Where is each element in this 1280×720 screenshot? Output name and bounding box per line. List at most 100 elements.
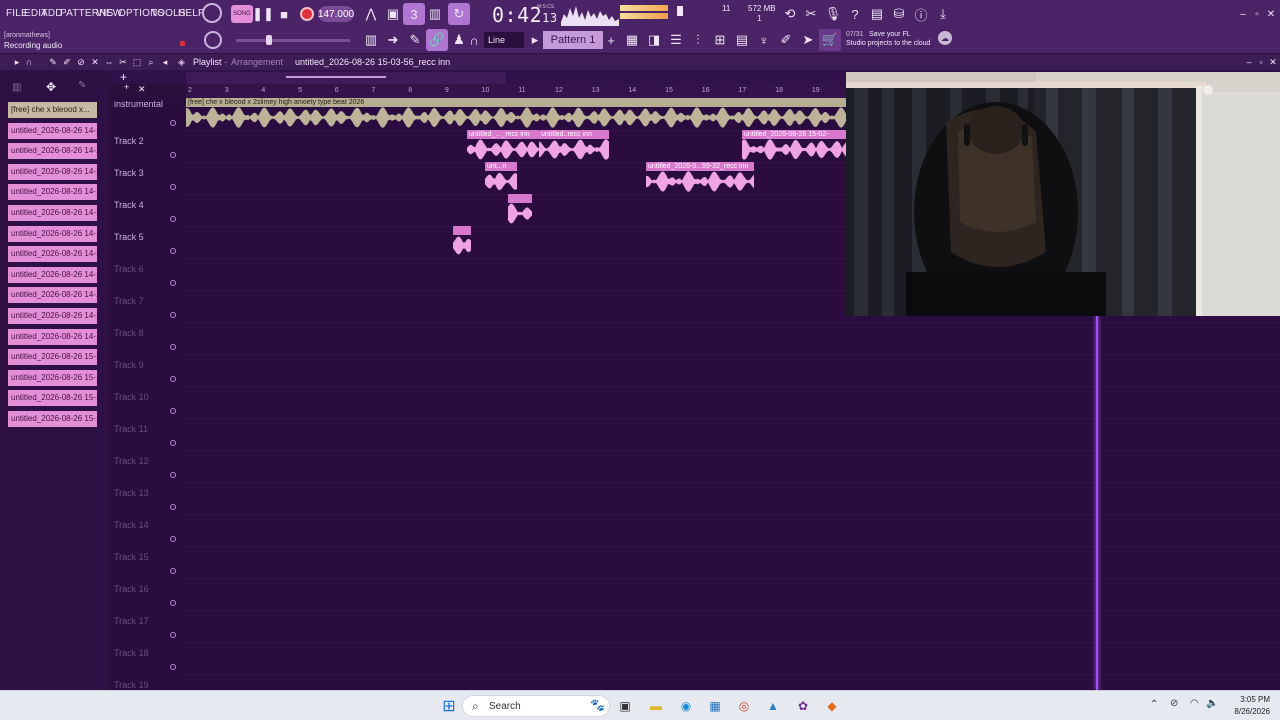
tray-chevron-icon[interactable]: ⌃ bbox=[1150, 699, 1158, 710]
store-icon[interactable]: ▦ bbox=[704, 695, 726, 717]
fl-studio-taskbar-icon[interactable]: ◆ bbox=[821, 695, 843, 717]
track-mute-button[interactable] bbox=[170, 344, 176, 350]
track-mute-button[interactable] bbox=[170, 184, 176, 190]
picker-item[interactable]: untitled_2026-08-26 14-... bbox=[8, 122, 97, 139]
menu-help[interactable]: HELP bbox=[178, 8, 205, 19]
chrome-icon[interactable]: ◎ bbox=[733, 695, 755, 717]
picker-item[interactable]: untitled_2026-08-26 14-... bbox=[8, 266, 97, 283]
track-name[interactable]: Track 12 bbox=[114, 456, 180, 466]
edge-icon[interactable]: ◉ bbox=[675, 695, 697, 717]
track-name[interactable]: Track 9 bbox=[114, 360, 180, 370]
magnet-icon[interactable]: ∩ bbox=[467, 29, 481, 51]
track-lane[interactable] bbox=[186, 322, 1280, 354]
browser-icon[interactable]: ⊞ bbox=[709, 29, 731, 51]
pattern-selector[interactable]: Pattern 1 bbox=[543, 31, 603, 49]
track-lane[interactable] bbox=[186, 642, 1280, 674]
mixer-icon[interactable]: ⫶ bbox=[687, 29, 709, 51]
windows-start-icon[interactable]: ⊞ bbox=[438, 695, 460, 717]
playhead[interactable] bbox=[1096, 316, 1098, 690]
picker-item[interactable]: untitled_2026-08-26 14-... bbox=[8, 308, 97, 324]
track-lane[interactable] bbox=[186, 450, 1280, 482]
track-name[interactable]: Track 2 bbox=[114, 136, 180, 146]
picker-move-icon[interactable]: ✥ bbox=[46, 80, 56, 94]
step-edit-icon[interactable]: ▥ bbox=[424, 3, 446, 25]
track-mute-button[interactable] bbox=[170, 120, 176, 126]
save-icon[interactable]: ▤ bbox=[866, 3, 888, 25]
download-icon[interactable]: ⤓ bbox=[932, 3, 954, 25]
cut-tool-icon[interactable]: ✂ bbox=[800, 3, 822, 25]
overview-scroll-bar[interactable] bbox=[186, 72, 506, 84]
picker-item[interactable]: untitled_2026-08-26 14-... bbox=[8, 328, 97, 345]
shop-icon[interactable]: 🛒 bbox=[819, 29, 841, 51]
picker-item[interactable]: untitled_2026-08-26 15-... bbox=[8, 390, 97, 407]
track-lane[interactable] bbox=[186, 386, 1280, 418]
master-pitch-knob-icon[interactable] bbox=[204, 31, 222, 49]
track-name[interactable]: Track 13 bbox=[114, 488, 180, 498]
picker-item[interactable]: untitled_2026-08-26 14-... bbox=[8, 184, 97, 201]
photos-icon[interactable]: ▲ bbox=[762, 695, 784, 717]
track-lane[interactable] bbox=[186, 546, 1280, 578]
step-sequencer-icon[interactable]: ◨ bbox=[643, 29, 665, 51]
track-mute-button[interactable] bbox=[170, 216, 176, 222]
track-name[interactable]: Track 16 bbox=[114, 584, 180, 594]
track-lane[interactable] bbox=[186, 482, 1280, 514]
audio-clip[interactable] bbox=[508, 194, 532, 224]
track-name[interactable]: Track 15 bbox=[114, 552, 180, 562]
tray-network-off-icon[interactable]: ⊘ bbox=[1170, 698, 1178, 709]
track-name[interactable]: Track 8 bbox=[114, 328, 180, 338]
taskbar-clock[interactable]: 3:05 PM 8/26/2026 bbox=[1224, 694, 1270, 718]
snap-selector[interactable]: Line bbox=[484, 32, 524, 48]
volume-muted-icon[interactable]: 🔈 bbox=[1206, 698, 1218, 709]
hint-bar-icon[interactable]: ➤ bbox=[797, 29, 819, 51]
audio-clip[interactable]: untitled_2026-0...59-32_recc inn bbox=[646, 162, 754, 192]
track-lane[interactable] bbox=[186, 354, 1280, 386]
track-name[interactable]: Track 10 bbox=[114, 392, 180, 402]
project-icon[interactable]: ▤ bbox=[731, 29, 753, 51]
audio-clip[interactable]: untitled..recc inn bbox=[539, 130, 609, 160]
picker-item[interactable]: untitled_2026-08-26 14-... bbox=[8, 246, 97, 263]
track-mute-button[interactable] bbox=[170, 440, 176, 446]
picker-item[interactable]: untitled_2026-08-26 14-... bbox=[8, 143, 97, 160]
channel-rack-icon[interactable]: ☰ bbox=[665, 29, 687, 51]
track-name[interactable]: Track 7 bbox=[114, 296, 180, 306]
song-mode-toggle[interactable]: SONG bbox=[231, 5, 253, 23]
audio-clip[interactable]: untitled_..._recc inn bbox=[467, 130, 539, 160]
picker-item[interactable]: untitled_2026-08-26 14-... bbox=[8, 287, 97, 304]
wifi-icon[interactable]: ◠ bbox=[1190, 698, 1199, 709]
arrangement-name[interactable]: untitled_2026-08-26 15-03-56_recc inn bbox=[295, 57, 450, 67]
audio-clip[interactable] bbox=[453, 226, 471, 256]
plugin-icon[interactable]: ⛁ bbox=[888, 3, 910, 25]
picker-icon-grid[interactable]: ▥ bbox=[12, 82, 21, 93]
file-explorer-icon[interactable]: ▬ bbox=[645, 695, 667, 717]
track-mute-button[interactable] bbox=[170, 152, 176, 158]
record-icon[interactable] bbox=[296, 3, 318, 25]
master-pitch-slider[interactable] bbox=[236, 39, 350, 42]
taskbar-search-input[interactable]: ⌕ Search 🐾 bbox=[462, 695, 610, 717]
pattern-prev-icon[interactable]: ▸ bbox=[528, 29, 542, 51]
task-view-icon[interactable]: ▣ bbox=[614, 695, 636, 717]
picker-item[interactable]: untitled_2026-08-26 15-... bbox=[8, 369, 97, 386]
plugin-database-icon[interactable]: ♆ bbox=[753, 29, 775, 51]
stop-icon[interactable]: ■ bbox=[273, 3, 295, 25]
track-mute-button[interactable] bbox=[170, 568, 176, 574]
microphone-icon[interactable]: 🎙 bbox=[822, 3, 844, 25]
track-lane[interactable] bbox=[186, 578, 1280, 610]
wait-for-input-icon[interactable]: ▣ bbox=[382, 3, 404, 25]
minimize-icon[interactable]: – bbox=[1236, 3, 1250, 25]
track-name[interactable]: Track 17 bbox=[114, 616, 180, 626]
link-icon[interactable]: 🔗 bbox=[426, 29, 448, 51]
master-volume-knob-icon[interactable] bbox=[202, 3, 222, 23]
arrow-right-icon[interactable]: ➜ bbox=[382, 29, 404, 51]
track-mute-button[interactable] bbox=[170, 600, 176, 606]
tools-icon[interactable]: ✐ bbox=[775, 29, 797, 51]
track-name[interactable]: Track 18 bbox=[114, 648, 180, 658]
playlist-window-icon[interactable]: ▦ bbox=[621, 29, 643, 51]
track-name[interactable]: Track 19 bbox=[114, 680, 180, 690]
track-lane[interactable] bbox=[186, 418, 1280, 450]
timeline-ruler[interactable]: 2 3 4 5 6 7 8 9 10 11 12 13 14 15 16 17 18 19 bbox=[186, 84, 846, 98]
track-mute-button[interactable] bbox=[170, 504, 176, 510]
countdown-icon[interactable]: 3 bbox=[403, 3, 425, 25]
track-mute-button[interactable] bbox=[170, 280, 176, 286]
piano-roll-icon[interactable]: ▥ bbox=[360, 29, 382, 51]
track-mute-button[interactable] bbox=[170, 664, 176, 670]
